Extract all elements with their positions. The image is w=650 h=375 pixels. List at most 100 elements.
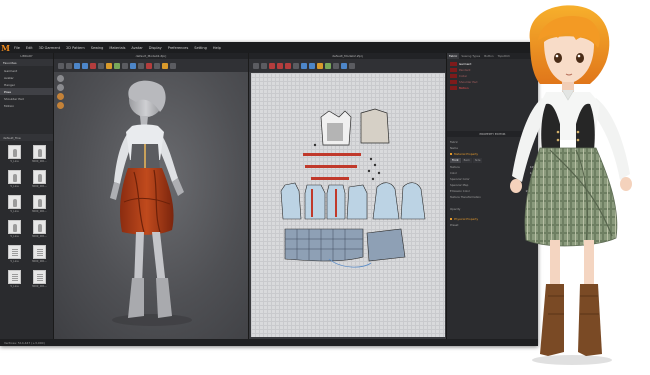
pleat-icon[interactable] xyxy=(341,62,347,69)
menu-sewing[interactable]: Sewing xyxy=(88,46,107,50)
segment-sewing-icon[interactable] xyxy=(301,62,307,69)
library-panel: LIBRARY Favorites Garment Avatar Hanger … xyxy=(0,53,54,339)
avatar-toggle-icon[interactable] xyxy=(57,93,64,100)
3d-toolbar xyxy=(54,59,248,72)
menu-help[interactable]: Help xyxy=(210,46,224,50)
application-window: M File Edit 3D Garment 2D Pattern Sewing… xyxy=(0,42,538,346)
menu-setting[interactable]: Setting xyxy=(191,46,210,50)
camera-icon[interactable] xyxy=(138,62,144,69)
floor-shadow xyxy=(112,314,192,326)
library-thumbnail[interactable]: 3000_001... xyxy=(31,245,48,263)
topstitch-icon[interactable] xyxy=(333,62,339,69)
library-thumbnail[interactable]: 5_Line xyxy=(6,245,23,263)
garment-icon xyxy=(8,170,21,184)
button-tool-icon[interactable] xyxy=(325,62,331,69)
menu-display[interactable]: Display xyxy=(146,46,165,50)
light-icon[interactable] xyxy=(162,62,168,69)
tab-sewing-types[interactable]: Sewing Types xyxy=(459,53,482,59)
strain-map-icon[interactable] xyxy=(106,62,112,69)
fold-tool-icon[interactable] xyxy=(74,62,80,69)
fabric-swatch xyxy=(450,74,457,78)
internal-line-icon[interactable] xyxy=(293,62,299,69)
character-left-boot xyxy=(540,284,564,356)
fit-map-icon[interactable] xyxy=(114,62,120,69)
library-thumbnail[interactable]: 3000_001... xyxy=(31,170,48,188)
subtab-side[interactable]: Side xyxy=(472,158,483,163)
library-item-shoulder-pad[interactable]: Shoulder Pad xyxy=(0,95,53,102)
free-sewing-icon[interactable] xyxy=(309,62,315,69)
edit-point-icon[interactable] xyxy=(261,62,267,69)
shading-icon[interactable] xyxy=(57,84,64,91)
garment-icon xyxy=(33,145,46,159)
record-icon[interactable] xyxy=(146,62,152,69)
view-mode-icon[interactable] xyxy=(57,75,64,82)
pin-tool-icon[interactable] xyxy=(90,62,96,69)
annotation-icon[interactable] xyxy=(349,62,355,69)
layer-icon[interactable] xyxy=(154,62,160,69)
library-item-motion[interactable]: Motion xyxy=(0,102,53,109)
library-thumbnail[interactable]: 5_Line xyxy=(6,220,23,238)
pattern-skirt-panel xyxy=(366,228,406,262)
thumbnail-label: 5_Line xyxy=(10,160,19,163)
select-tool-icon[interactable] xyxy=(58,62,64,69)
library-thumbnail[interactable]: 5_Line xyxy=(6,195,23,213)
pattern-pieces xyxy=(280,108,426,268)
menu-2d-pattern[interactable]: 2D Pattern xyxy=(63,46,88,50)
menu-3d-garment[interactable]: 3D Garment xyxy=(36,46,63,50)
pattern-sleeve-right xyxy=(372,182,400,220)
expand-icon xyxy=(450,153,452,155)
thumbnail-label: 5_Line xyxy=(10,235,19,238)
grid-icon[interactable] xyxy=(170,62,176,69)
subtab-front[interactable]: Front xyxy=(450,158,461,163)
library-thumbnail[interactable]: 3000_001... xyxy=(31,220,48,238)
garment-icon xyxy=(33,220,46,234)
left-hand xyxy=(110,182,120,200)
transform-pattern-icon[interactable] xyxy=(253,62,259,69)
thumbnail-label: 5_Line xyxy=(10,260,19,263)
3d-viewport[interactable] xyxy=(54,72,248,339)
pattern-collar-points xyxy=(313,143,381,181)
character-right-leg xyxy=(584,240,594,290)
edit-texture-icon[interactable] xyxy=(317,62,323,69)
document-icon xyxy=(8,245,21,259)
library-item-garment[interactable]: Garment xyxy=(0,67,53,74)
texture-view-icon[interactable] xyxy=(122,62,128,69)
library-thumbnail[interactable]: 3000_001... xyxy=(31,270,48,288)
library-item-pose[interactable]: Pose xyxy=(0,88,53,95)
library-favorites-header[interactable]: Favorites xyxy=(0,59,53,66)
skirt xyxy=(120,168,174,235)
library-thumbnail[interactable]: 5_Line xyxy=(6,145,23,163)
move-tool-icon[interactable] xyxy=(66,62,72,69)
menu-materials[interactable]: Materials xyxy=(106,46,128,50)
right-leg xyxy=(152,232,166,286)
avatar-view-icon[interactable] xyxy=(130,62,136,69)
menu-preferences[interactable]: Preferences xyxy=(165,46,192,50)
library-thumbnail[interactable]: 5_Line xyxy=(6,270,23,288)
avatar-neck xyxy=(140,116,148,126)
thumbnail-label: 3000_001... xyxy=(31,160,48,163)
library-item-hanger[interactable]: Hanger xyxy=(0,81,53,88)
garment-toggle-icon[interactable] xyxy=(57,102,64,109)
tack-tool-icon[interactable] xyxy=(82,62,88,69)
menu-file[interactable]: File xyxy=(11,46,23,50)
character-shadow xyxy=(532,355,612,365)
character-left-hand xyxy=(510,179,522,193)
menu-avatar[interactable]: Avatar xyxy=(128,46,145,50)
tab-fabric[interactable]: Fabric xyxy=(447,53,460,59)
fabric-swatch xyxy=(450,80,457,84)
circle-icon[interactable] xyxy=(285,62,291,69)
library-thumbnail[interactable]: 5_Line xyxy=(6,170,23,188)
measure-tool-icon[interactable] xyxy=(98,62,104,69)
menu-edit[interactable]: Edit xyxy=(23,46,36,50)
library-path[interactable]: default_fine xyxy=(0,134,53,141)
subtab-back[interactable]: Back xyxy=(461,158,472,163)
library-thumbnail[interactable]: 3000_001... xyxy=(31,195,48,213)
library-thumbnail[interactable]: 3000_001... xyxy=(31,145,48,163)
garment-icon xyxy=(8,145,21,159)
garment-icon xyxy=(8,195,21,209)
polygon-icon[interactable] xyxy=(269,62,275,69)
library-item-avatar[interactable]: Avatar xyxy=(0,74,53,81)
rectangle-icon[interactable] xyxy=(277,62,283,69)
2d-pattern-canvas[interactable] xyxy=(251,73,445,337)
library-list: Garment Avatar Hanger Pose Shoulder Pad … xyxy=(0,66,53,110)
